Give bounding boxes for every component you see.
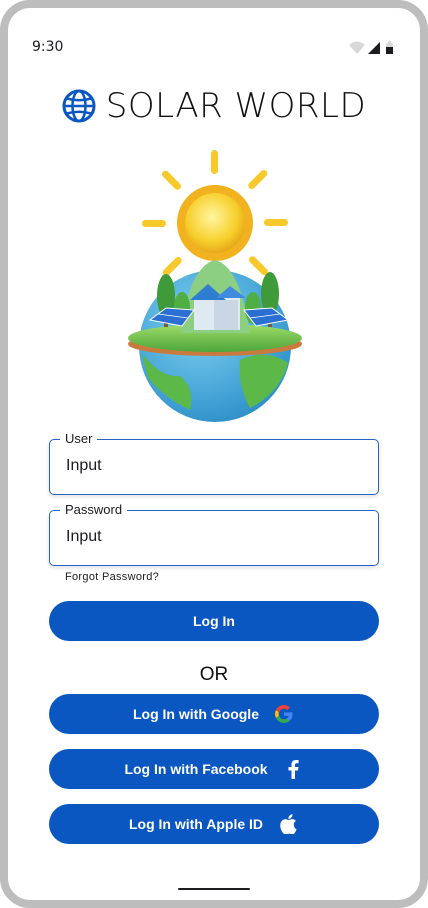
status-icons [349, 41, 393, 54]
user-field[interactable]: User Input [49, 431, 379, 495]
user-field-label: User [60, 431, 98, 446]
phone-frame: 9:30 SOLAR WORLD User Input Password Inp… [0, 0, 428, 908]
signal-icon [368, 42, 380, 54]
facebook-icon [282, 758, 304, 780]
brand-header: SOLAR WORLD [8, 84, 420, 128]
password-field-label: Password [60, 502, 128, 517]
sun-core [185, 193, 245, 253]
google-login-label: Log In with Google [133, 706, 259, 722]
login-button[interactable]: Log In [49, 601, 379, 641]
facebook-login-button[interactable]: Log In with Facebook [49, 749, 379, 789]
home-indicator[interactable] [178, 888, 250, 890]
wifi-icon [349, 41, 365, 54]
forgot-password-link[interactable]: Forgot Password? [65, 571, 159, 583]
solar-earth-illustration [128, 150, 302, 422]
apple-login-label: Log In with Apple ID [128, 816, 264, 832]
status-bar: 9:30 [8, 32, 420, 56]
facebook-login-label: Log In with Facebook [124, 761, 268, 777]
or-divider: OR [199, 664, 229, 685]
app-title: SOLAR WORLD [105, 86, 367, 126]
status-time: 9:30 [32, 39, 64, 55]
password-field[interactable]: Password Input [49, 502, 379, 566]
google-login-button[interactable]: Log In with Google [49, 694, 379, 734]
battery-icon [386, 41, 393, 54]
google-icon [273, 703, 295, 725]
login-button-label: Log In [193, 613, 235, 629]
user-field-value: Input [66, 457, 102, 474]
password-field-value: Input [66, 528, 102, 545]
apple-icon [277, 813, 299, 835]
apple-login-button[interactable]: Log In with Apple ID [49, 804, 379, 844]
globe-icon [62, 89, 96, 123]
